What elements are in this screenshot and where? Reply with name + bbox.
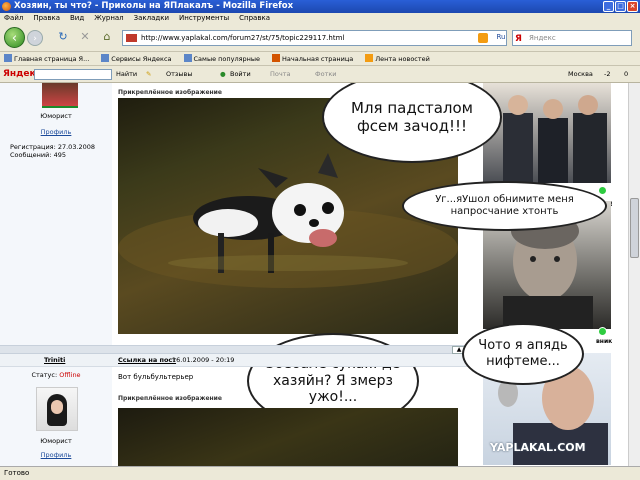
men-laughing-picture [483, 83, 611, 183]
stop-icon[interactable]: ✕ [78, 30, 92, 44]
speech-bubble-bottom: Чото я апядь нифтеме... [462, 323, 584, 385]
bookmark-icon [4, 54, 12, 62]
menu-view[interactable]: Вид [70, 13, 84, 24]
yandex-toolbar: Яндекс Найти ✎ Отзывы ● Войти Почта Фотк… [0, 66, 640, 83]
vertical-scrollbar[interactable] [628, 83, 640, 466]
search-input[interactable]: Я Яндекс [512, 30, 632, 46]
user-status: Статус: Offline [31, 371, 81, 379]
menu-file[interactable]: Файл [4, 13, 23, 24]
yandex-reviews-button[interactable]: Отзывы [166, 66, 192, 83]
menu-tools[interactable]: Инструменты [179, 13, 229, 24]
post-text: Вот бульбультерьер [118, 373, 194, 381]
rss-feed-icon [365, 54, 374, 62]
brush-icon[interactable]: ✎ [146, 66, 151, 83]
bookmark-item[interactable]: Главная страница Я... [4, 52, 89, 65]
profile-link[interactable]: Профиль [0, 128, 112, 136]
yandex-login-icon: ● [220, 70, 226, 78]
post-separator: ▲ [0, 345, 470, 354]
maximize-button[interactable]: □ [615, 1, 626, 12]
minimize-button[interactable]: _ [603, 1, 614, 12]
menu-edit[interactable]: Правка [33, 13, 60, 24]
yandex-counter: 0 [624, 70, 629, 78]
address-url: http://www.yaplakal.com/forum27/st/75/to… [141, 34, 345, 42]
speech-bubble-middle: Уг...яУшол обнимите меня напросчание хто… [402, 181, 607, 231]
yandex-photos-button[interactable]: Фотки [315, 66, 337, 83]
status-text: Готово [4, 469, 30, 477]
user-rank: Юморист [40, 437, 72, 445]
bookmarks-toolbar: Главная страница Я... Сервисы Яндекса Са… [0, 52, 640, 66]
post-header: Triniti Ссылка на пост 16.01.2009 - 20:1… [0, 354, 470, 367]
yandex-mail-button[interactable]: Почта [270, 66, 290, 83]
home-icon[interactable]: ⌂ [100, 30, 114, 44]
message-count: Сообщений: 495 [10, 151, 66, 159]
bookmark-icon [272, 54, 281, 62]
online-indicator [598, 186, 607, 195]
reload-icon[interactable]: ↻ [56, 30, 70, 44]
registration-date: Регистрация: 27.03.2008 [10, 143, 96, 151]
menu-help[interactable]: Справка [239, 13, 270, 24]
truncated-label: вник [596, 338, 613, 345]
weather-city[interactable]: Москва [568, 66, 593, 83]
online-indicator [598, 327, 607, 336]
address-bar[interactable]: http://www.yaplakal.com/forum27/st/75/to… [122, 30, 507, 46]
post-author-panel: Юморист Профиль Регистрация: 27.03.2008 … [0, 83, 112, 345]
post-date: 16.01.2009 - 20:19 [172, 356, 235, 364]
bookmark-item[interactable]: Лента новостей [365, 52, 430, 65]
attached-image[interactable] [118, 408, 458, 466]
yandex-login-button[interactable]: Войти [230, 66, 251, 83]
weather-temperature: -2 [604, 70, 611, 78]
forward-button[interactable]: › [27, 30, 43, 46]
menu-history[interactable]: Журнал [94, 13, 123, 24]
site-favicon [126, 34, 137, 42]
navigation-toolbar: ‹ › ↻ ✕ ⌂ http://www.yaplakal.com/forum2… [0, 24, 640, 52]
rss-icon[interactable] [478, 33, 488, 43]
close-button[interactable]: × [627, 1, 638, 12]
post-author-panel: Статус: Offline Юморист Профиль [0, 367, 112, 466]
search-placeholder: Яндекс [529, 34, 556, 42]
page-content: Юморист Профиль Регистрация: 27.03.2008 … [0, 83, 628, 466]
yandex-search-input[interactable] [34, 69, 112, 80]
back-button[interactable]: ‹ [4, 27, 25, 48]
bookmark-item[interactable]: Сервисы Яндекса [101, 52, 172, 65]
firefox-icon [2, 2, 11, 11]
menu-bar: Файл Правка Вид Журнал Закладки Инструме… [0, 13, 640, 24]
yandex-find-button[interactable]: Найти [116, 66, 137, 83]
yandex-search-icon: Я [515, 34, 522, 44]
window-titlebar: Хозяин, ты что? - Приколы на ЯПлакалъ - … [0, 0, 640, 13]
status-bar: Готово [0, 466, 640, 480]
bookmark-icon [101, 54, 110, 62]
profile-link[interactable]: Профиль [0, 451, 112, 459]
site-watermark: YAPLAKAL.COM [490, 441, 586, 454]
bookmark-icon [183, 54, 192, 62]
scrollbar-thumb[interactable] [630, 198, 639, 258]
bookmark-item[interactable]: Начальная страница [272, 52, 353, 65]
bookmark-item[interactable]: Самые популярные [183, 52, 260, 65]
attached-image-label: Прикреплённое изображение [118, 89, 222, 96]
post-author[interactable]: Triniti [44, 354, 65, 366]
user-avatar [42, 83, 78, 108]
attached-image-label: Прикреплённое изображение [118, 395, 222, 402]
menu-bookmarks[interactable]: Закладки [134, 13, 169, 24]
post-link[interactable]: Ссылка на пост [118, 354, 176, 366]
user-avatar [36, 387, 78, 431]
user-rank: Юморист [40, 112, 72, 120]
search-engine-indicator[interactable]: Ru [494, 30, 508, 44]
window-title: Хозяин, ты что? - Приколы на ЯПлакалъ - … [14, 1, 294, 11]
